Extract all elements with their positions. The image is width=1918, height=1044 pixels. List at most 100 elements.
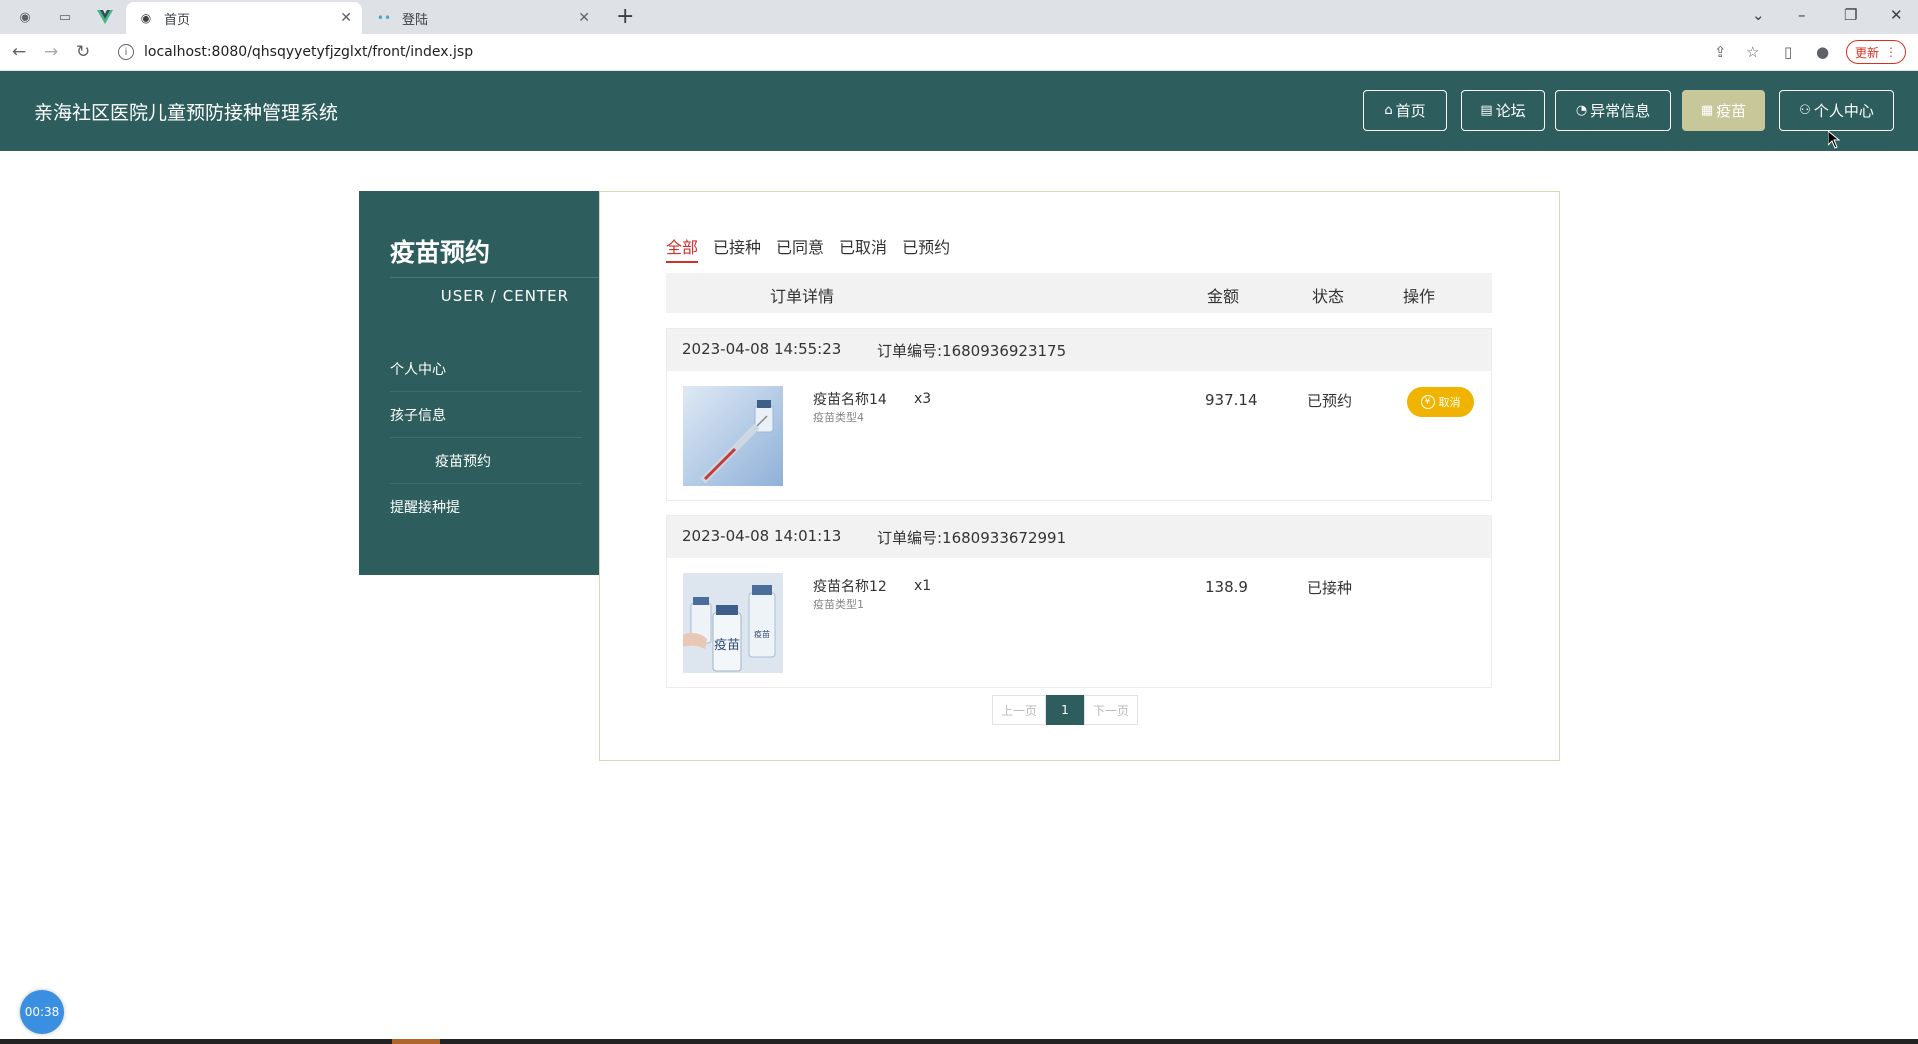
minimize-icon[interactable]: – <box>1798 6 1806 24</box>
profile-icon[interactable]: ● <box>1816 43 1829 61</box>
alert-icon: ◔ <box>1575 103 1588 118</box>
address-bar: ← → ↻ i localhost:8080/qhsqyyetyfjzglxt/… <box>0 34 1918 71</box>
order-datetime: 2023-04-08 14:55:23 <box>682 340 842 358</box>
order-card: 2023-04-08 14:55:23 订单编号:1680936923175 疫… <box>666 328 1492 501</box>
nav-vaccine-button[interactable]: ▦ 疫苗 <box>1682 90 1765 131</box>
close-icon[interactable]: ✕ <box>578 10 590 26</box>
site-title: 亲海社区医院儿童预防接种管理系统 <box>34 102 339 124</box>
prev-page-button[interactable]: 上一页 <box>992 695 1046 725</box>
order-header: 2023-04-08 14:55:23 订单编号:1680936923175 <box>667 329 1491 371</box>
vaccine-bottles-image[interactable]: 疫苗 疫苗 <box>683 573 783 673</box>
order-amount: 138.9 <box>1205 578 1248 596</box>
tab-login[interactable]: •• 登陆 ✕ <box>364 2 600 34</box>
order-number: 订单编号:1680933672991 <box>877 529 1067 547</box>
column-header-action: 操作 <box>1403 287 1436 306</box>
more-vert-icon: ⋮ <box>1885 45 1898 59</box>
back-icon[interactable]: ← <box>12 42 26 62</box>
restore-icon[interactable]: ❐ <box>1844 6 1857 24</box>
reload-icon[interactable]: ↻ <box>76 42 90 62</box>
pinned-tab-globe[interactable]: ◉ <box>12 5 38 29</box>
bookmark-star-icon[interactable]: ☆ <box>1746 43 1759 61</box>
nav-forum-button[interactable]: ▤ 论坛 <box>1461 90 1545 131</box>
tab-approved[interactable]: 已同意 <box>776 234 824 263</box>
order-body: 疫苗 疫苗 疫苗名称12 疫苗类型1 x1 138.9 已接种 <box>667 558 1491 689</box>
order-status: 已预约 <box>1307 392 1353 410</box>
home-icon: ⌂ <box>1384 103 1393 118</box>
tab-vaccinated[interactable]: 已接种 <box>713 234 761 263</box>
nav-home-button[interactable]: ⌂ 首页 <box>1363 90 1447 131</box>
globe-icon: ◉ <box>140 11 152 25</box>
site-info-icon[interactable]: i <box>118 44 134 60</box>
vaccine-syringe-image[interactable] <box>683 386 783 486</box>
sidebar: 疫苗预约 USER / CENTER 个人中心 孩子信息 疫苗预约 提醒接种提 <box>359 191 599 575</box>
mouse-cursor-icon <box>1828 131 1840 149</box>
vaccine-name: 疫苗名称14 <box>813 392 887 408</box>
cancel-order-button[interactable]: ¥ 取消 <box>1407 387 1474 417</box>
browser-update-button[interactable]: 更新 ⋮ <box>1846 40 1907 64</box>
tab-title: 首页 <box>164 12 191 28</box>
tab-booked[interactable]: 已预约 <box>902 234 950 263</box>
sidebar-item-label: 个人中心 <box>390 361 446 378</box>
pinned-tab-blank[interactable]: ▭ <box>52 5 78 29</box>
page-number-button[interactable]: 1 <box>1046 695 1084 725</box>
pinned-tab-vue[interactable] <box>92 5 118 29</box>
share-icon[interactable]: ⇪ <box>1714 43 1727 61</box>
tab-cancelled[interactable]: 已取消 <box>839 234 887 263</box>
url-field[interactable]: i localhost:8080/qhsqyyetyfjzglxt/front/… <box>108 38 1708 66</box>
tab-all[interactable]: 全部 <box>666 234 699 263</box>
next-page-button[interactable]: 下一页 <box>1084 695 1138 725</box>
sidebar-menu: 个人中心 孩子信息 疫苗预约 提醒接种提 <box>390 346 582 530</box>
vaccine-name: 疫苗名称12 <box>813 579 887 595</box>
vue-logo-icon <box>97 10 113 24</box>
vaccine-type: 疫苗类型4 <box>813 411 864 424</box>
taskbar-accent <box>392 1039 440 1044</box>
tab-title: 登陆 <box>402 12 429 28</box>
order-header: 2023-04-08 14:01:13 订单编号:1680933672991 <box>667 516 1491 558</box>
nav-personal-center-button[interactable]: ⚇ 个人中心 <box>1779 90 1894 131</box>
sidebar-item-child-info[interactable]: 孩子信息 <box>390 392 582 438</box>
nav-label: 论坛 <box>1495 102 1526 120</box>
order-number: 订单编号:1680936923175 <box>877 342 1067 360</box>
column-header-detail: 订单详情 <box>770 287 835 306</box>
sidebar-subtitle: USER / CENTER <box>440 287 569 305</box>
sidebar-item-label: 疫苗预约 <box>435 453 491 470</box>
side-panel-icon[interactable]: ▯ <box>1784 43 1792 61</box>
order-datetime: 2023-04-08 14:01:13 <box>682 527 842 545</box>
sidebar-item-label: 提醒接种提 <box>390 500 460 516</box>
nav-label: 首页 <box>1395 102 1426 120</box>
bottle-label-large: 疫苗 <box>714 637 740 653</box>
blank-page-icon: ▭ <box>58 9 72 25</box>
column-header-status: 状态 <box>1312 287 1345 306</box>
bottle-label-small: 疫苗 <box>754 629 770 639</box>
sidebar-divider <box>390 277 599 278</box>
sidebar-item-personal-center[interactable]: 个人中心 <box>390 346 582 392</box>
nav-label: 个人中心 <box>1813 102 1874 120</box>
table-header: 订单详情 金额 状态 操作 <box>666 273 1492 313</box>
url-text: localhost:8080/qhsqyyetyfjzglxt/front/in… <box>144 44 474 60</box>
order-card: 2023-04-08 14:01:13 订单编号:1680933672991 疫… <box>666 515 1492 688</box>
vaccine-type: 疫苗类型1 <box>813 598 864 611</box>
order-amount: 937.14 <box>1205 391 1258 409</box>
nav-anomaly-button[interactable]: ◔ 异常信息 <box>1555 90 1671 131</box>
document-icon: ▤ <box>1480 103 1493 118</box>
update-label: 更新 <box>1855 45 1880 60</box>
column-header-amount: 金额 <box>1207 287 1240 306</box>
sidebar-item-vaccine-booking[interactable]: 疫苗预约 <box>390 438 582 484</box>
taskbar-strip <box>0 1039 1918 1044</box>
forward-icon[interactable]: → <box>44 42 58 62</box>
nav-label: 异常信息 <box>1590 102 1651 120</box>
user-icon: ⚇ <box>1799 103 1811 118</box>
orders-panel: 全部 已接种 已同意 已取消 已预约 订单详情 金额 状态 操作 2023-04… <box>599 191 1560 761</box>
sidebar-item-reminder[interactable]: 提醒接种提 <box>390 484 582 530</box>
timer-badge[interactable]: 00:38 <box>20 990 64 1034</box>
window-close-icon[interactable]: ✕ <box>1890 6 1903 24</box>
globe-icon: ◉ <box>19 9 31 25</box>
tab-search-chevron-icon[interactable]: ⌄ <box>1752 6 1765 24</box>
order-body: 疫苗名称14 疫苗类型4 x3 937.14 已预约 ¥ 取消 <box>667 371 1491 502</box>
tab-home[interactable]: ◉ 首页 ✕ <box>126 2 362 34</box>
sidebar-title: 疫苗预约 <box>390 238 491 267</box>
new-tab-icon[interactable]: + <box>616 4 634 29</box>
close-icon[interactable]: ✕ <box>340 10 352 26</box>
browser-tab-strip: ◉ ▭ ◉ 首页 ✕ •• 登陆 ✕ + ⌄ – ❐ ✕ <box>0 0 1918 34</box>
cancel-label: 取消 <box>1438 396 1461 409</box>
